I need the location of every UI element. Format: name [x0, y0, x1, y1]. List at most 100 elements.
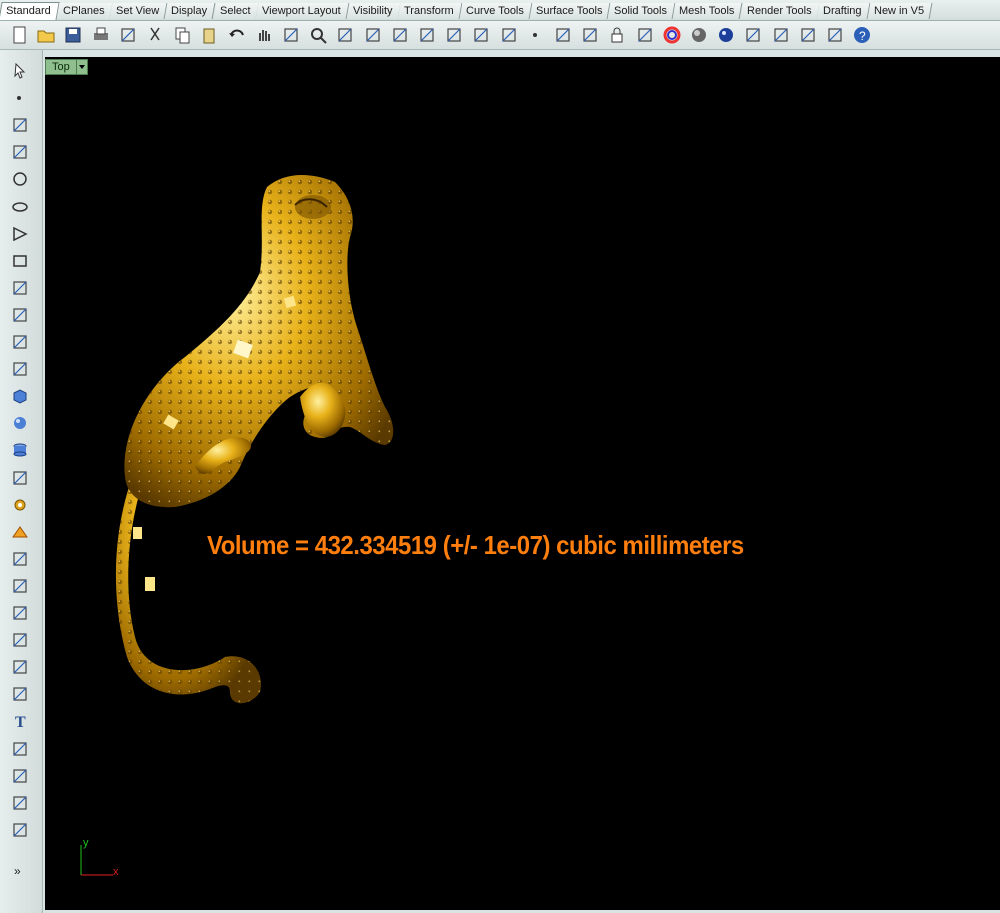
array-icon[interactable] [9, 765, 31, 787]
layer-icon[interactable] [634, 24, 656, 46]
tab-drafting[interactable]: Drafting [817, 3, 871, 19]
toolbar-tab-bar: Standard CPlanes Set View Display Select View… [0, 0, 1000, 21]
help-icon[interactable]: ? [851, 24, 873, 46]
tab-label: Render Tools [746, 5, 812, 17]
tab-viewport-layout[interactable]: Viewport Layout [255, 3, 350, 19]
import-icon[interactable] [117, 24, 139, 46]
top-viewport[interactable]: Top Volume = 432.334519 (+/- 1e-07) cubi… [45, 57, 1000, 910]
boolean-icon[interactable] [9, 602, 31, 624]
world-axis-indicator: y x [75, 837, 135, 887]
fillet-icon[interactable] [9, 304, 31, 326]
trim-icon[interactable] [9, 548, 31, 570]
snapshot-icon[interactable] [552, 24, 574, 46]
new-icon[interactable] [8, 24, 30, 46]
save-icon[interactable] [62, 24, 84, 46]
tab-label: Surface Tools [535, 5, 603, 17]
cut-icon[interactable] [144, 24, 166, 46]
ellipse-icon[interactable] [9, 196, 31, 218]
svg-text:?: ? [859, 29, 866, 43]
tab-label: Curve Tools [466, 5, 524, 17]
select-icon[interactable] [9, 60, 31, 82]
rectangle-icon[interactable] [9, 250, 31, 272]
group-icon[interactable] [9, 738, 31, 760]
cube-view-icon[interactable] [9, 819, 31, 841]
tab-label: Viewport Layout [262, 5, 341, 17]
tab-label: Transform [404, 5, 455, 17]
dimension-icon[interactable] [9, 575, 31, 597]
ghost-icon[interactable] [742, 24, 764, 46]
tab-label: Solid Tools [614, 5, 668, 17]
zoom-selected-icon[interactable] [389, 24, 411, 46]
box-icon[interactable] [9, 385, 31, 407]
cylinder-icon[interactable] [9, 439, 31, 461]
text-icon[interactable]: T [9, 710, 31, 732]
polyline-icon[interactable] [9, 114, 31, 136]
zoom-window-icon[interactable] [334, 24, 356, 46]
pan-icon[interactable] [253, 24, 275, 46]
undo-icon[interactable] [226, 24, 248, 46]
tab-set-view[interactable]: Set View [109, 3, 168, 19]
tab-select[interactable]: Select [213, 3, 259, 19]
tab-label: Select [219, 5, 251, 17]
shaded-icon[interactable] [688, 24, 710, 46]
print-icon[interactable] [90, 24, 112, 46]
tab-transform[interactable]: Transform [397, 3, 463, 19]
curve-icon[interactable] [9, 141, 31, 163]
paste-icon[interactable] [198, 24, 220, 46]
main-left-toolbar: T» [0, 50, 43, 913]
tab-label: New in V5 [873, 5, 925, 17]
tab-display[interactable]: Display [165, 3, 216, 19]
explode-icon[interactable] [9, 521, 31, 543]
tab-render-tools[interactable]: Render Tools [740, 3, 820, 19]
tab-label: Standard [6, 5, 51, 17]
viewport-grid-icon[interactable] [443, 24, 465, 46]
copy-icon[interactable] [171, 24, 193, 46]
gear-icon[interactable] [9, 494, 31, 516]
sweep-icon[interactable] [9, 683, 31, 705]
light-icon[interactable] [579, 24, 601, 46]
tab-cplanes[interactable]: CPlanes [56, 3, 113, 19]
rotate-icon[interactable] [9, 656, 31, 678]
point-icon[interactable] [9, 87, 31, 109]
zoom-icon[interactable] [307, 24, 329, 46]
rotate-icon[interactable] [280, 24, 302, 46]
plugin-icon[interactable] [797, 24, 819, 46]
volume-readout: Volume = 432.334519 (+/- 1e-07) cubic mi… [207, 530, 744, 560]
tab-label: Display [171, 5, 208, 17]
zoom-extents-icon[interactable] [362, 24, 384, 46]
undo-view-icon[interactable] [416, 24, 438, 46]
tab-surface-tools[interactable]: Surface Tools [529, 3, 611, 19]
tab-curve-tools[interactable]: Curve Tools [459, 3, 533, 19]
tab-standard[interactable]: Standard [0, 2, 60, 20]
axis-x-label: x [113, 866, 119, 878]
tab-label: Visibility [352, 5, 393, 17]
svg-text:T: T [15, 714, 26, 731]
surface-icon[interactable] [9, 331, 31, 353]
axis-y-label: y [83, 837, 89, 849]
standard-toolbar: ? [0, 21, 1000, 50]
mesh-icon[interactable] [9, 467, 31, 489]
point-icon[interactable] [525, 24, 547, 46]
tab-visibility[interactable]: Visibility [346, 3, 401, 19]
tab-label: CPlanes [62, 5, 105, 17]
mesh-icon[interactable] [498, 24, 520, 46]
properties-icon[interactable] [9, 792, 31, 814]
sphere-icon[interactable] [9, 412, 31, 434]
more-tools-icon[interactable]: » [14, 864, 21, 878]
loft-icon[interactable] [9, 358, 31, 380]
arc-icon[interactable] [9, 277, 31, 299]
jaguar-model[interactable] [45, 57, 1000, 910]
polygon-icon[interactable] [9, 223, 31, 245]
grid-snap-icon[interactable] [824, 24, 846, 46]
tab-new-in-v5[interactable]: New in V5 [867, 3, 933, 19]
render-icon[interactable] [715, 24, 737, 46]
open-icon[interactable] [35, 24, 57, 46]
options-icon[interactable] [770, 24, 792, 46]
lock-icon[interactable] [606, 24, 628, 46]
car-icon[interactable] [470, 24, 492, 46]
circle-icon[interactable] [9, 168, 31, 190]
tab-mesh-tools[interactable]: Mesh Tools [672, 3, 744, 19]
points-icon[interactable] [9, 629, 31, 651]
tab-solid-tools[interactable]: Solid Tools [607, 3, 676, 19]
color-wheel-icon[interactable] [661, 24, 683, 46]
